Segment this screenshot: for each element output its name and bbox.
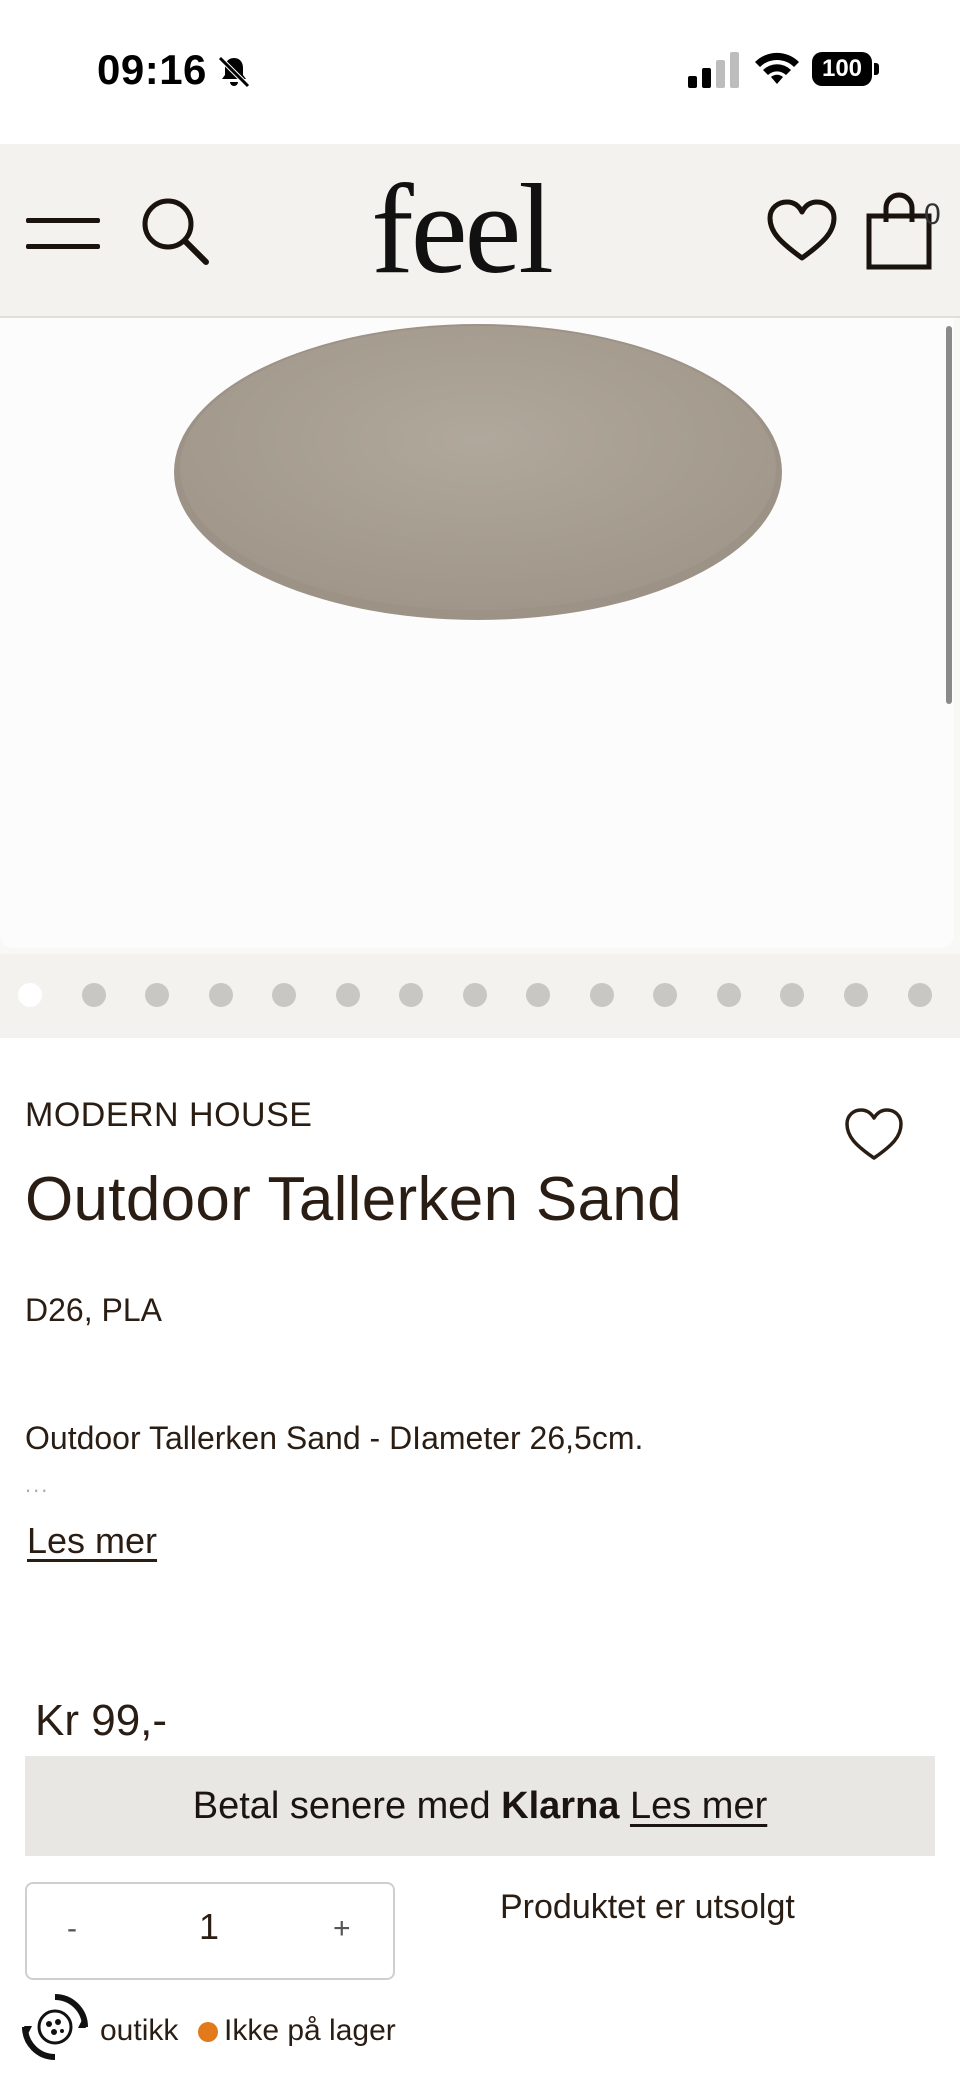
quantity-stepper: - 1 + <box>25 1882 395 1980</box>
klarna-prefix: Betal senere med <box>192 1785 491 1827</box>
gallery-dot[interactable] <box>526 983 550 1007</box>
gallery-dot[interactable] <box>780 983 804 1007</box>
stock-status-dot <box>198 2022 218 2042</box>
bell-muted-icon <box>218 56 250 88</box>
chat-widget-icon[interactable] <box>20 1992 90 2062</box>
quantity-decrease-button[interactable]: - <box>67 1912 77 1946</box>
wifi-icon <box>755 52 799 84</box>
klarna-read-more-link[interactable]: Les mer <box>630 1785 767 1827</box>
gallery-dot[interactable] <box>18 983 42 1007</box>
store-availability: outikk Ikke på lager <box>20 1990 940 2070</box>
gallery-pagination <box>0 954 960 1038</box>
gallery-dot[interactable] <box>717 983 741 1007</box>
page-scrollbar[interactable] <box>946 326 952 704</box>
gallery-dot[interactable] <box>908 983 932 1007</box>
clock: 09:16 <box>97 46 207 93</box>
site-logo[interactable]: feel <box>356 164 566 294</box>
search-icon[interactable] <box>138 194 212 268</box>
quantity-value[interactable]: 1 <box>199 1906 219 1948</box>
product-spec: D26, PLA <box>25 1292 162 1328</box>
battery-icon: 100 <box>812 52 880 86</box>
gallery-dot[interactable] <box>272 983 296 1007</box>
status-bar: 09:16 100 <box>0 0 960 140</box>
plate-image <box>174 324 782 620</box>
battery-level: 100 <box>812 52 872 86</box>
gallery-dot[interactable] <box>82 983 106 1007</box>
gallery-dot[interactable] <box>209 983 233 1007</box>
gallery-dot[interactable] <box>145 983 169 1007</box>
store-label[interactable]: outikk <box>100 2014 178 2048</box>
product-brand[interactable]: MODERN HOUSE <box>25 1096 312 1135</box>
sold-out-label: Produktet er utsolgt <box>500 1888 795 1926</box>
product-title: Outdoor Tallerken Sand <box>25 1165 682 1234</box>
product-description: Outdoor Tallerken Sand - DIameter 26,5cm… <box>25 1420 644 1456</box>
cellular-signal-icon <box>688 52 739 88</box>
gallery-dot[interactable] <box>653 983 677 1007</box>
shopping-bag-icon[interactable] <box>866 192 932 270</box>
gallery-dot[interactable] <box>336 983 360 1007</box>
stock-status: Ikke på lager <box>224 2014 396 2047</box>
gallery-dot[interactable] <box>463 983 487 1007</box>
product-image[interactable] <box>0 318 954 948</box>
site-header: feel 0 <box>0 144 960 318</box>
wishlist-heart-icon[interactable] <box>844 1106 904 1164</box>
product-gallery[interactable] <box>0 318 960 954</box>
product-info: MODERN HOUSE Outdoor Tallerken Sand D26,… <box>0 1040 960 2081</box>
gallery-dot[interactable] <box>590 983 614 1007</box>
gallery-dot[interactable] <box>399 983 423 1007</box>
klarna-banner[interactable]: Betal senere med Klarna Les mer <box>25 1756 935 1856</box>
menu-icon[interactable] <box>26 214 102 254</box>
read-more-link[interactable]: Les mer <box>27 1520 157 1562</box>
cart-count: 0 <box>924 198 941 231</box>
product-price: Kr 99,- <box>35 1696 168 1745</box>
heart-icon[interactable] <box>766 196 838 268</box>
gallery-dot[interactable] <box>844 983 868 1007</box>
klarna-brand: Klarna <box>501 1785 620 1827</box>
description-ellipsis: ... <box>25 1472 50 1497</box>
quantity-increase-button[interactable]: + <box>333 1912 351 1946</box>
